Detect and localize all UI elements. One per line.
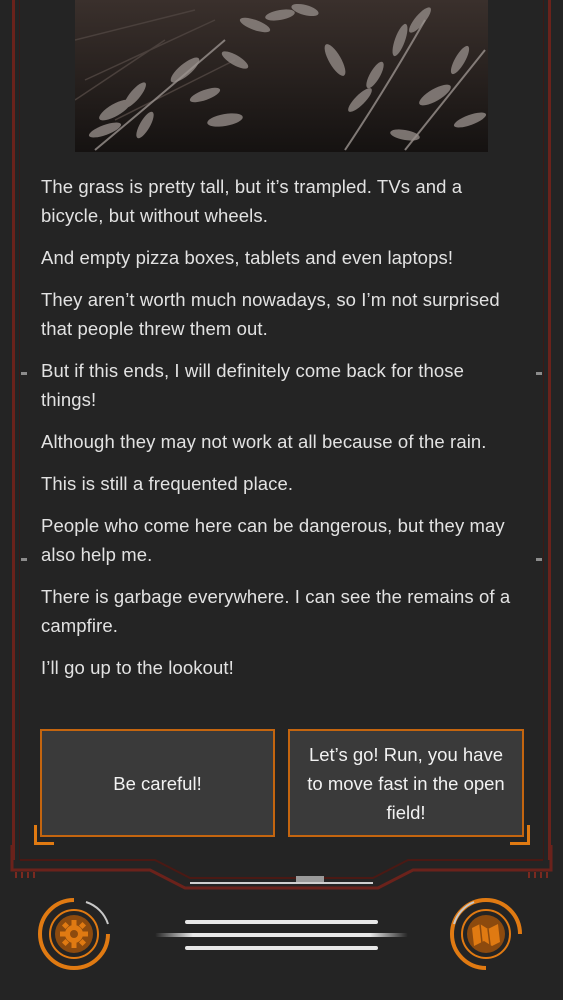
menu-handle-line: [185, 920, 378, 924]
story-text: The grass is pretty tall, but it’s tramp…: [41, 172, 521, 695]
bottom-bar: [0, 840, 563, 1000]
frame-tick: [21, 372, 27, 375]
frame-left-border: [12, 0, 20, 860]
choice-label: Let’s go! Run, you have to move fast in …: [307, 743, 505, 823]
choice-run-button[interactable]: Let’s go! Run, you have to move fast in …: [288, 729, 530, 845]
story-paragraph: The grass is pretty tall, but it’s tramp…: [41, 176, 463, 226]
story-paragraph: And empty pizza boxes, tablets and even …: [41, 247, 454, 268]
settings-button[interactable]: [34, 894, 114, 974]
choice-be-careful-button[interactable]: Be careful!: [34, 729, 275, 845]
menu-handle-line: [185, 946, 378, 950]
story-paragraph: People who come here can be dangerous, b…: [41, 515, 505, 565]
map-button[interactable]: [446, 894, 526, 974]
frame-tick: [536, 372, 542, 375]
story-paragraph: I’ll go up to the lookout!: [41, 657, 234, 678]
story-paragraph: But if this ends, I will definitely come…: [41, 360, 464, 410]
frame-right-border: [543, 0, 551, 860]
menu-handle-line[interactable]: [155, 933, 408, 937]
frame-tick: [21, 558, 27, 561]
story-paragraph: Although they may not work at all becaus…: [41, 431, 487, 452]
settings-gear-icon: [38, 898, 110, 970]
story-paragraph: This is still a frequented place.: [41, 473, 294, 494]
story-paragraph: There is garbage everywhere. I can see t…: [41, 586, 511, 636]
story-paragraph: They aren’t worth much nowadays, so I’m …: [41, 289, 500, 339]
choice-label: Be careful!: [113, 772, 202, 794]
map-icon: [450, 898, 522, 970]
frame-tick: [536, 558, 542, 561]
scene-image: [75, 0, 488, 152]
